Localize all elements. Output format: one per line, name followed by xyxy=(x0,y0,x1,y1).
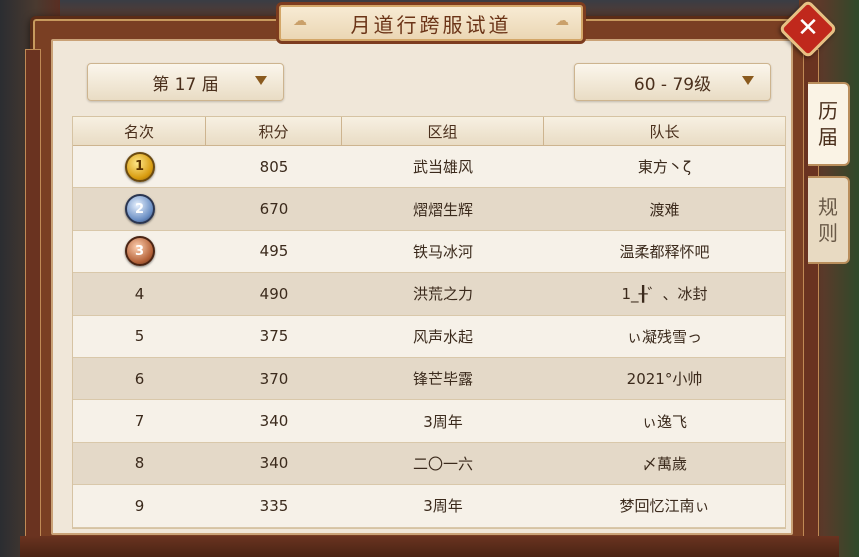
score-cell: 375 xyxy=(259,327,289,346)
group-cell: 武当雄风 xyxy=(412,158,473,177)
group-cell: 3周年 xyxy=(423,412,463,431)
tab-history[interactable]: 历 届 xyxy=(808,82,850,166)
tab-rules[interactable]: 规 则 xyxy=(808,176,850,264)
table-row[interactable]: 2 670 熠熠生辉 渡难 xyxy=(73,188,785,231)
table-row[interactable]: 5 375 风声水起 ぃ凝残雪っ xyxy=(73,315,785,358)
group-cell: 铁马冰河 xyxy=(412,242,473,261)
rank-cell: 3 xyxy=(73,231,206,272)
level-select-value: 60 - 79级 xyxy=(633,74,712,95)
level-select[interactable]: 60 - 79级 xyxy=(574,63,771,101)
score-cell: 340 xyxy=(259,454,289,473)
captain-cell: 2021°小帅 xyxy=(626,370,703,389)
header-rank: 名次 xyxy=(73,117,206,145)
captain-cell: ぃ逸飞 xyxy=(641,412,687,431)
tab-rules-char: 规 xyxy=(818,195,838,219)
bronze-medal-icon: 3 xyxy=(124,236,155,267)
chevron-down-icon xyxy=(255,76,267,85)
page-title: 月道行跨服试道 xyxy=(350,12,512,37)
group-cell: 熠熠生辉 xyxy=(412,200,473,219)
cloud-ornament-icon: ☁ xyxy=(293,13,307,29)
close-icon[interactable]: ✕ xyxy=(787,8,829,50)
cloud-ornament-icon: ☁ xyxy=(555,13,569,29)
captain-cell: ぃ凝残雪っ xyxy=(626,327,702,346)
rank-cell: 9 xyxy=(134,496,145,515)
table-row[interactable]: 6 370 锋芒毕露 2021°小帅 xyxy=(73,357,785,401)
tab-rules-char: 则 xyxy=(818,221,838,245)
captain-cell: 渡难 xyxy=(649,200,680,219)
table-body: 1 805 武当雄风 東方丶ζ 2 670 熠熠生辉 渡难 3 495 铁马冰河 温柔都释怀吧 4 490… xyxy=(73,146,785,528)
frame-bottom-beam xyxy=(20,536,839,557)
header-score: 积分 xyxy=(206,117,342,145)
tab-history-char: 届 xyxy=(818,125,838,149)
captain-cell: 〆萬歲 xyxy=(641,454,687,473)
rank-cell: 5 xyxy=(134,327,145,346)
score-cell: 335 xyxy=(259,496,289,515)
table-header: 名次 积分 区组 队长 xyxy=(73,117,785,146)
table-row[interactable]: 7 340 3周年 ぃ逸飞 xyxy=(73,400,785,443)
score-cell: 670 xyxy=(259,200,289,219)
rank-cell: 1 xyxy=(73,146,206,187)
group-cell: 锋芒毕露 xyxy=(412,370,473,389)
session-select[interactable]: 第 17 届 xyxy=(87,63,284,101)
header-group: 区组 xyxy=(342,117,544,145)
table-row[interactable]: 8 340 二〇一六 〆萬歲 xyxy=(73,442,785,486)
table-row[interactable]: 1 805 武当雄风 東方丶ζ xyxy=(73,146,785,189)
rank-cell: 7 xyxy=(134,412,145,431)
rank-cell: 6 xyxy=(134,369,145,388)
group-cell: 3周年 xyxy=(423,497,463,516)
rank-cell: 4 xyxy=(134,284,145,303)
header-captain: 队长 xyxy=(649,122,680,141)
score-cell: 805 xyxy=(259,157,289,176)
score-cell: 495 xyxy=(259,242,289,261)
captain-cell: 1_╂゛、冰封 xyxy=(621,285,708,304)
title-plaque: ☁ 月道行跨服试道 ☁ xyxy=(276,2,586,44)
chevron-down-icon xyxy=(742,76,754,85)
gold-medal-icon: 1 xyxy=(124,151,155,182)
group-cell: 洪荒之力 xyxy=(412,285,473,304)
tab-history-char: 历 xyxy=(818,99,838,123)
captain-cell: 温柔都释怀吧 xyxy=(619,242,710,261)
group-cell: 风声水起 xyxy=(412,327,473,346)
session-select-value: 第 17 届 xyxy=(152,74,219,95)
score-cell: 490 xyxy=(259,284,289,303)
score-cell: 370 xyxy=(259,369,289,388)
frame-post-left xyxy=(25,49,41,551)
table-row[interactable]: 9 335 3周年 梦回忆江南ぃ xyxy=(73,485,785,528)
ranking-table: 名次 积分 区组 队长 1 805 武当雄风 東方丶ζ 2 670 熠熠生辉 渡难 3 495 铁马… xyxy=(72,116,786,529)
silver-medal-icon: 2 xyxy=(124,194,155,225)
rank-cell: 8 xyxy=(134,454,145,473)
rank-cell: 2 xyxy=(73,188,206,229)
captain-cell: 梦回忆江南ぃ xyxy=(619,497,710,516)
group-cell: 二〇一六 xyxy=(412,454,473,473)
table-row[interactable]: 3 495 铁马冰河 温柔都释怀吧 xyxy=(73,230,785,274)
score-cell: 340 xyxy=(259,412,289,431)
table-row[interactable]: 4 490 洪荒之力 1_╂゛、冰封 xyxy=(73,273,785,316)
captain-cell: 東方丶ζ xyxy=(637,158,692,177)
